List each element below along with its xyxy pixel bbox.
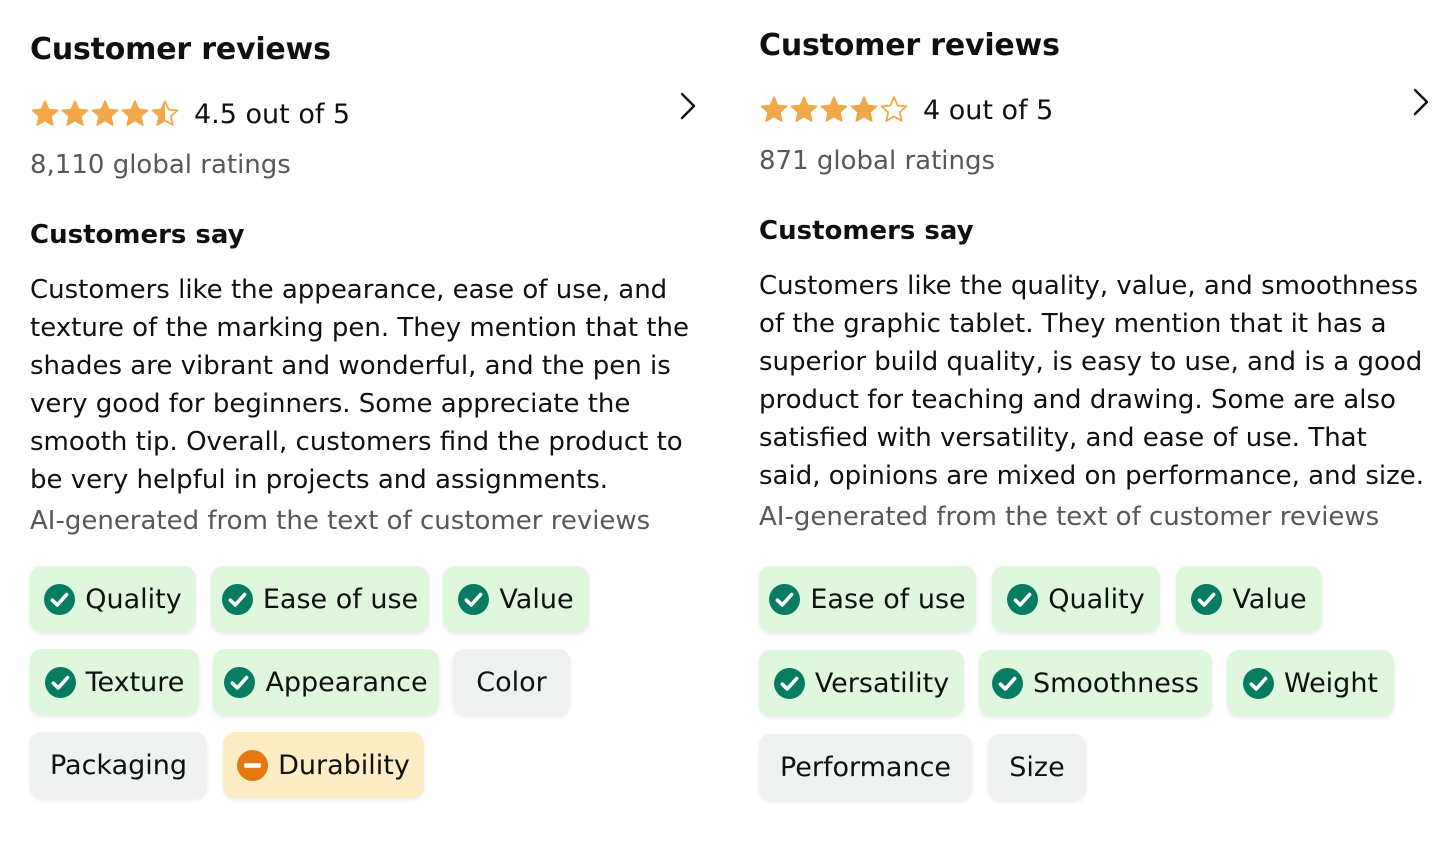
- aspect-chip-label: Size: [1009, 751, 1065, 783]
- minus-circle-icon: [237, 749, 269, 781]
- aspect-chip-label: Value: [499, 583, 574, 615]
- rating-summary[interactable]: 4.5 out of 5: [30, 96, 350, 132]
- aspect-chip-label: Appearance: [265, 666, 428, 698]
- check-circle-icon: [44, 583, 76, 615]
- customers-say-heading: Customers say: [759, 216, 974, 246]
- review-summary-text: Customers like the appearance, ease of u…: [30, 275, 690, 495]
- aspect-chip-label: Value: [1232, 583, 1307, 615]
- aspect-chip-label: Color: [476, 666, 547, 698]
- star-half-icon: [151, 100, 179, 126]
- ai-generated-note: AI-generated from the text of customer r…: [759, 502, 1380, 532]
- star-full-icon: [91, 100, 119, 126]
- star-full-icon: [850, 96, 878, 122]
- check-circle-icon: [773, 667, 805, 699]
- rating-text: 4 out of 5: [923, 94, 1054, 126]
- rating-text: 4.5 out of 5: [194, 98, 351, 130]
- check-circle-icon: [769, 583, 801, 615]
- check-circle-icon: [224, 666, 256, 698]
- customers-say-heading: Customers say: [30, 220, 245, 250]
- check-circle-icon: [44, 666, 76, 698]
- aspect-chip-label: Packaging: [49, 749, 188, 781]
- aspect-chip-label: Performance: [779, 751, 952, 783]
- aspect-chip[interactable]: Value: [443, 566, 589, 632]
- star-full-icon: [61, 100, 89, 126]
- aspect-chip-label: Weight: [1283, 667, 1379, 699]
- check-circle-icon: [221, 583, 253, 615]
- star-empty-icon: [880, 96, 908, 122]
- chevron-right-icon[interactable]: [678, 91, 698, 121]
- aspect-chip-label: Versatility: [814, 667, 950, 699]
- aspect-chip-label: Durability: [278, 749, 410, 781]
- aspect-chip-label: Quality: [1048, 583, 1145, 615]
- rating-summary[interactable]: 4 out of 5: [759, 92, 1053, 128]
- aspect-chip-label: Quality: [85, 583, 182, 615]
- reviews-title: Customer reviews: [759, 28, 1060, 63]
- aspect-chip[interactable]: Ease of use: [759, 566, 976, 632]
- aspect-chip[interactable]: Ease of use: [211, 566, 429, 632]
- star-rating: [30, 99, 180, 129]
- chevron-right-icon[interactable]: [1411, 87, 1431, 117]
- aspect-chip[interactable]: Durability: [223, 732, 424, 798]
- check-circle-icon: [1191, 583, 1223, 615]
- aspect-chip-label: Ease of use: [810, 583, 966, 615]
- check-circle-icon: [458, 583, 490, 615]
- star-full-icon: [820, 96, 848, 122]
- check-circle-icon: [991, 667, 1023, 699]
- reviews-title: Customer reviews: [30, 32, 331, 67]
- aspect-chip[interactable]: Quality: [30, 566, 196, 632]
- check-circle-icon: [1007, 583, 1039, 615]
- aspect-chip[interactable]: Appearance: [213, 649, 439, 715]
- aspect-chip[interactable]: Packaging: [30, 732, 207, 798]
- aspect-chip[interactable]: Versatility: [759, 650, 964, 716]
- check-circle-icon: [1242, 667, 1274, 699]
- aspect-chip[interactable]: Value: [1176, 566, 1322, 632]
- aspect-chip[interactable]: Quality: [992, 566, 1160, 632]
- aspect-chip[interactable]: Size: [988, 734, 1086, 800]
- star-full-icon: [760, 96, 788, 122]
- aspect-chip-label: Ease of use: [262, 583, 419, 615]
- global-ratings-count[interactable]: 871 global ratings: [759, 146, 995, 176]
- aspect-chip-label: Smoothness: [1032, 667, 1200, 699]
- global-ratings-count[interactable]: 8,110 global ratings: [30, 150, 291, 180]
- aspect-chip[interactable]: Performance: [759, 734, 972, 800]
- star-full-icon: [31, 100, 59, 126]
- review-summary-text: Customers like the quality, value, and s…: [759, 271, 1425, 491]
- aspect-chip-label: Texture: [85, 666, 185, 698]
- aspect-chip[interactable]: Smoothness: [979, 650, 1212, 716]
- aspect-chip[interactable]: Color: [453, 649, 570, 715]
- star-rating: [759, 95, 909, 125]
- aspect-chip[interactable]: Weight: [1227, 650, 1394, 716]
- ai-generated-note: AI-generated from the text of customer r…: [30, 506, 651, 536]
- star-full-icon: [790, 96, 818, 122]
- star-full-icon: [121, 100, 149, 126]
- aspect-chip[interactable]: Texture: [30, 649, 199, 715]
